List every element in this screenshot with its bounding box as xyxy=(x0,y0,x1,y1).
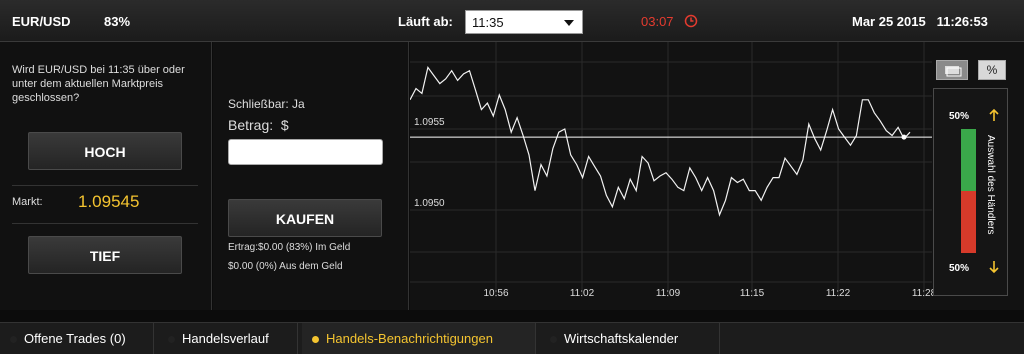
x-tick-label: 11:22 xyxy=(826,288,851,299)
trade-question: Wird EUR/USD bei 11:35 über oder unter d… xyxy=(12,64,185,104)
sentiment-up-bar xyxy=(961,129,976,191)
dot-icon xyxy=(312,336,319,343)
amount-input[interactable] xyxy=(228,139,383,165)
percent-icon: % xyxy=(986,63,998,77)
price-chart-svg: 1.09551.0950 10:56 11:02 11:09 11:15 11:22 11… xyxy=(410,42,937,299)
divider xyxy=(12,185,198,186)
chevron-down-icon xyxy=(564,20,574,26)
sentiment-label: Auswahl des Händlers xyxy=(985,135,996,235)
bottom-tabs: Offene Trades (0) Handelsverlauf Handels… xyxy=(0,322,1024,354)
market-price: 1.09545 xyxy=(78,192,140,211)
tab-label: Handelsverlauf xyxy=(182,331,269,346)
percent-view-button[interactable]: % xyxy=(978,60,1006,80)
x-axis: 10:56 11:02 11:09 11:15 11:22 11:28 xyxy=(483,288,936,299)
arrow-down-icon xyxy=(989,261,999,274)
amount-label-text: Betrag: xyxy=(228,117,274,133)
tab-trade-history[interactable]: Handelsverlauf xyxy=(158,323,298,354)
sentiment-up-percent: 50% xyxy=(949,111,969,122)
asset-name[interactable]: EUR/USD xyxy=(12,14,71,29)
order-panel: Schließbar: Ja Betrag: $ KAUFEN Ertrag:$… xyxy=(213,42,409,310)
tab-open-trades[interactable]: Offene Trades (0) xyxy=(0,323,154,354)
chart-type-button[interactable] xyxy=(936,60,968,80)
dot-icon xyxy=(168,336,175,343)
trader-sentiment-panel: 50% 50% Auswahl des Händlers xyxy=(933,88,1008,296)
dot-icon xyxy=(550,336,557,343)
top-bar: EUR/USD 83% Läuft ab: 11:35 03:07 Mar 25… xyxy=(0,0,1024,42)
expiry-value: 11:35 xyxy=(472,15,504,30)
date-time: Mar 25 2015 11:26:53 xyxy=(852,14,988,29)
dot-icon xyxy=(10,336,17,343)
sentiment-down-bar xyxy=(961,191,976,253)
x-tick-label: 10:56 xyxy=(483,288,508,299)
countdown-timer: 03:07 xyxy=(641,14,674,29)
tab-label: Offene Trades (0) xyxy=(24,331,126,346)
divider xyxy=(12,223,198,224)
expiry-label: Läuft ab: xyxy=(398,14,453,29)
y-tick-label: 1.0955 xyxy=(414,117,445,128)
market-label: Markt: xyxy=(12,196,43,208)
tab-economic-calendar[interactable]: Wirtschaftskalender xyxy=(540,323,720,354)
sentiment-svg: 50% 50% Auswahl des Händlers xyxy=(949,108,999,274)
y-axis: 1.0955 1.0950 xyxy=(414,117,445,209)
current-time: 11:26:53 xyxy=(936,14,988,29)
closeable-status: Schließbar: Ja xyxy=(228,97,305,111)
x-tick-label: 11:09 xyxy=(656,288,681,299)
current-date: Mar 25 2015 xyxy=(852,14,926,29)
x-tick-label: 11:02 xyxy=(570,288,595,299)
tief-button[interactable]: TIEF xyxy=(28,236,182,274)
expiry-select[interactable]: 11:35 xyxy=(465,10,583,34)
hoch-button[interactable]: HOCH xyxy=(28,132,182,170)
price-chart[interactable]: 1.0955 1.0950 10:56 11:02 11:09 11:15 11:22 11… xyxy=(410,42,1024,310)
current-price-marker xyxy=(901,134,907,140)
profit-out-money: $0.00 (0%) Aus dem Geld xyxy=(228,261,343,272)
direction-panel: Wird EUR/USD bei 11:35 über oder unter d… xyxy=(0,42,212,310)
currency-symbol: $ xyxy=(280,117,289,133)
clock-icon xyxy=(684,14,698,28)
tab-label: Wirtschaftskalender xyxy=(564,331,679,346)
profit-in-money: Ertrag:$0.00 (83%) Im Geld xyxy=(228,242,351,253)
tab-trade-alerts[interactable]: Handels-Benachrichtigungen xyxy=(302,323,536,354)
price-series-line xyxy=(410,65,911,217)
arrow-up-icon xyxy=(989,108,999,121)
tab-label: Handels-Benachrichtigungen xyxy=(326,331,493,346)
chart-icon xyxy=(945,66,962,77)
y-tick-label: 1.0950 xyxy=(414,198,445,209)
sentiment-down-percent: 50% xyxy=(949,263,969,274)
amount-label: Betrag: $ xyxy=(228,117,289,133)
x-tick-label: 11:15 xyxy=(740,288,765,299)
buy-button[interactable]: KAUFEN xyxy=(228,199,382,237)
chart-grid xyxy=(410,42,932,297)
payout-percent: 83% xyxy=(104,14,131,29)
